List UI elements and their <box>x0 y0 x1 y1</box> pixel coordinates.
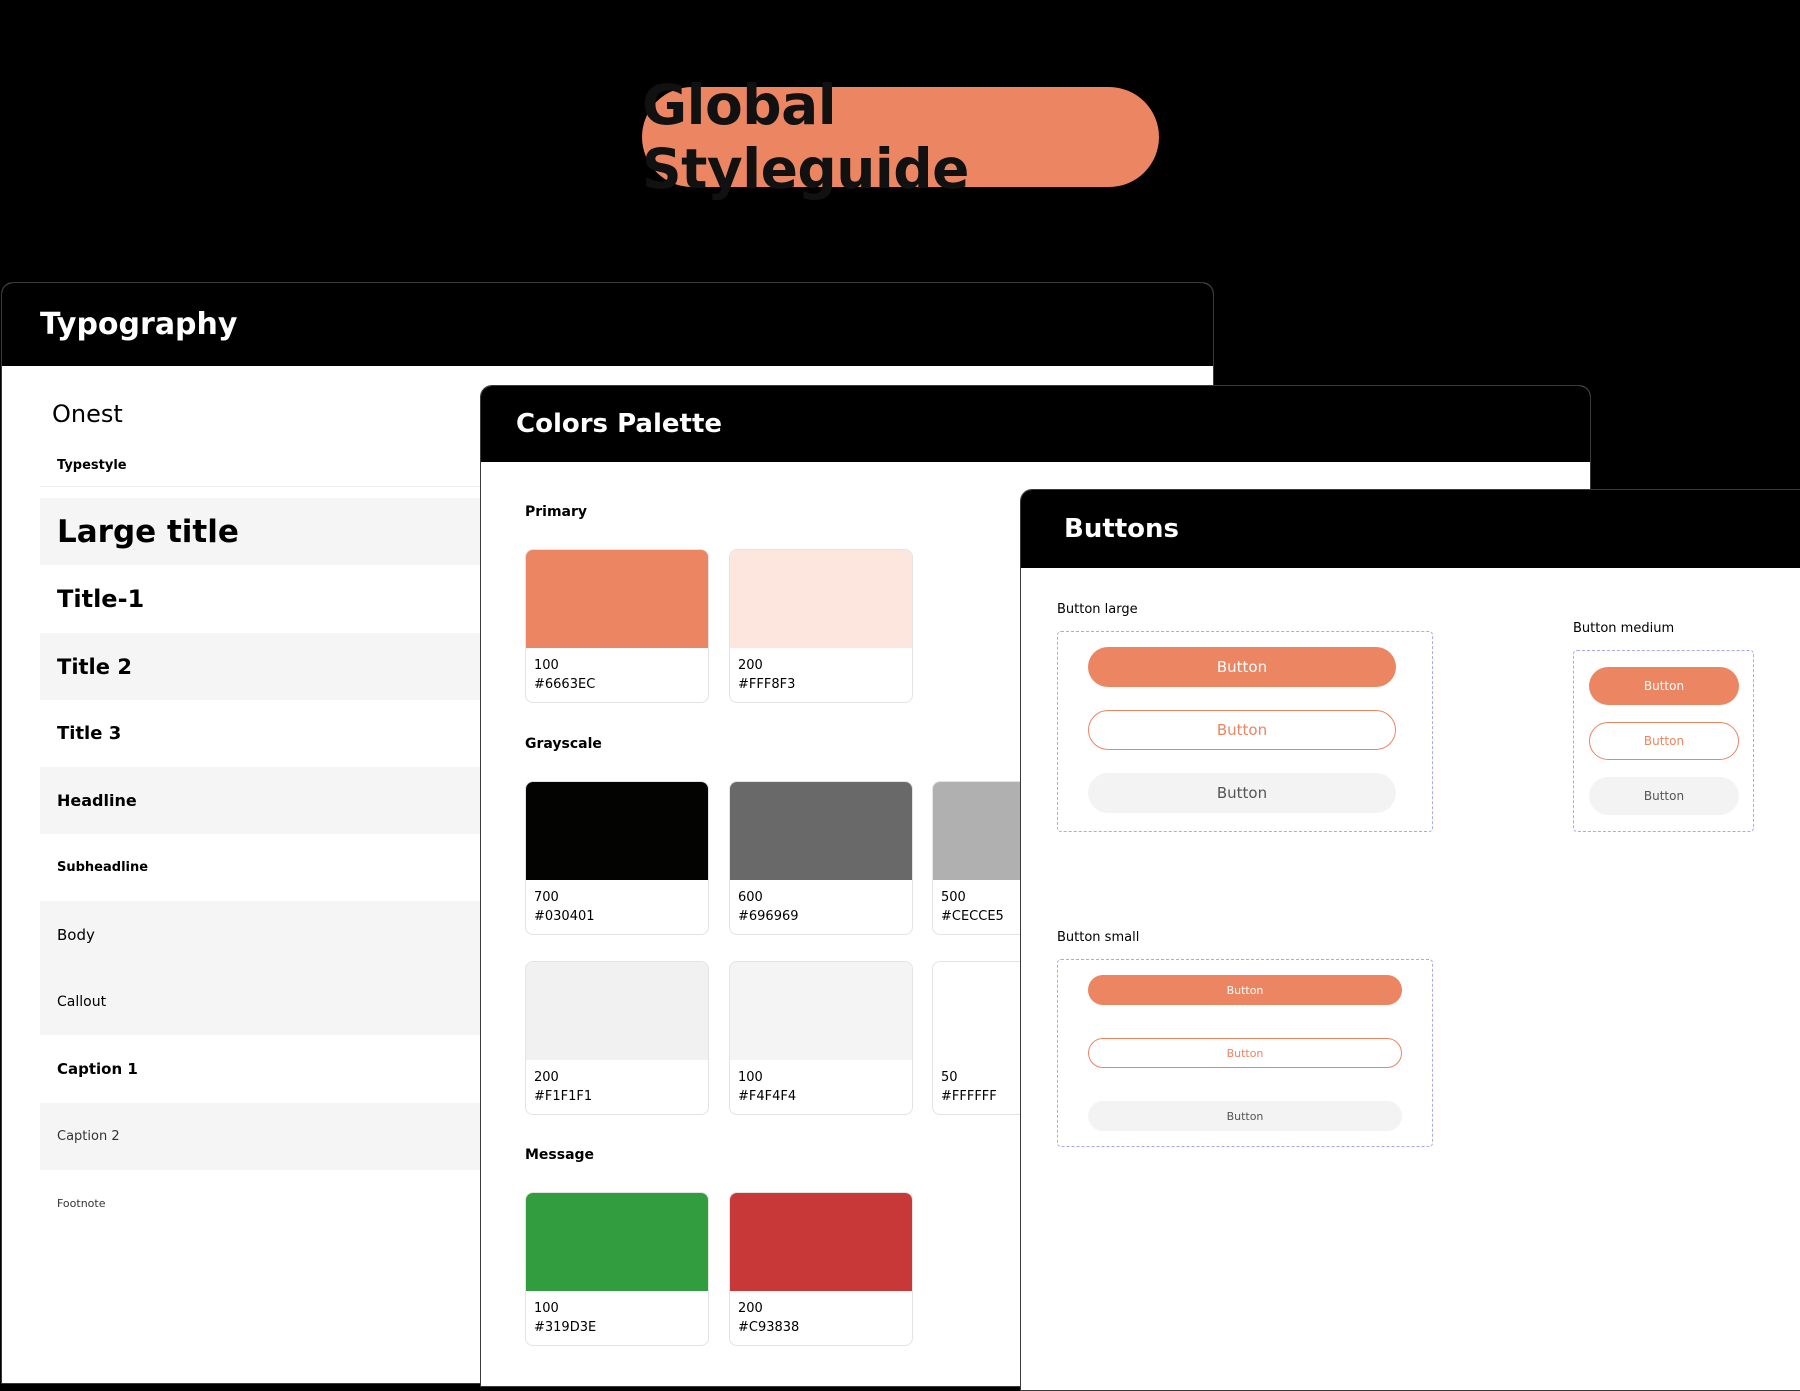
swatch-color <box>730 962 912 1060</box>
swatch-primary-100: 100 #6663EC <box>525 549 709 703</box>
section-label-primary: Primary <box>525 504 588 520</box>
swatch-gray-700: 700 #030401 <box>525 781 709 935</box>
swatch-color <box>526 1193 708 1291</box>
buttons-header: Buttons <box>1021 490 1800 568</box>
swatch-color <box>730 782 912 880</box>
swatch-level: 100 <box>738 1070 763 1085</box>
swatch-message-100: 100 #319D3E <box>525 1192 709 1346</box>
small-ghost-button[interactable]: Button <box>1088 1101 1402 1131</box>
swatch-color <box>730 550 912 648</box>
swatch-hex: #6663EC <box>534 677 596 692</box>
swatch-hex: #319D3E <box>534 1320 597 1335</box>
type-sample: Title 2 <box>57 654 132 679</box>
swatch-hex: #FFFFFF <box>941 1089 997 1104</box>
button-large-label: Button large <box>1057 602 1138 617</box>
large-ghost-button[interactable]: Button <box>1088 773 1396 813</box>
page-title: Global Styleguide <box>642 73 969 201</box>
swatch-color <box>526 782 708 880</box>
button-small-label: Button small <box>1057 930 1140 945</box>
buttons-title: Buttons <box>1064 514 1180 544</box>
colors-title: Colors Palette <box>516 409 723 439</box>
swatch-gray-200: 200 #F1F1F1 <box>525 961 709 1115</box>
swatch-hex: #F4F4F4 <box>738 1089 797 1104</box>
swatch-level: 200 <box>738 1301 763 1316</box>
swatch-level: 200 <box>738 658 763 673</box>
button-large-group: Button Button Button <box>1057 631 1433 832</box>
swatch-hex: #F1F1F1 <box>534 1089 593 1104</box>
medium-outline-button[interactable]: Button <box>1589 722 1739 760</box>
large-primary-button[interactable]: Button <box>1088 647 1396 687</box>
type-sample: Subheadline <box>57 860 149 875</box>
typestyle-label: Typestyle <box>57 458 127 473</box>
swatch-color <box>526 962 708 1060</box>
colors-header: Colors Palette <box>481 386 1590 462</box>
swatch-level: 50 <box>941 1070 958 1085</box>
swatch-hex: #030401 <box>534 909 595 924</box>
swatch-level: 700 <box>534 890 559 905</box>
typography-header: Typography <box>2 283 1213 366</box>
buttons-panel: Buttons Button large Button Button Butto… <box>1020 489 1800 1391</box>
styleguide-title-pill: Global Styleguide <box>642 73 1159 201</box>
type-sample: Footnote <box>57 1197 106 1210</box>
swatch-gray-100: 100 #F4F4F4 <box>729 961 913 1115</box>
type-sample: Callout <box>57 993 107 1010</box>
small-primary-button[interactable]: Button <box>1088 975 1402 1005</box>
swatch-hex: #696969 <box>738 909 799 924</box>
swatch-level: 100 <box>534 1301 559 1316</box>
type-sample: Title 3 <box>57 723 122 744</box>
section-label-grayscale: Grayscale <box>525 736 602 752</box>
swatch-message-200: 200 #C93838 <box>729 1192 913 1346</box>
medium-primary-button[interactable]: Button <box>1589 667 1739 705</box>
small-outline-button[interactable]: Button <box>1088 1038 1402 1068</box>
swatch-color <box>526 550 708 648</box>
swatch-primary-200: 200 #FFF8F3 <box>729 549 913 703</box>
type-sample: Title-1 <box>57 584 145 613</box>
swatch-level: 500 <box>941 890 966 905</box>
swatch-hex: #C93838 <box>738 1320 800 1335</box>
swatch-hex: #FFF8F3 <box>738 677 796 692</box>
medium-ghost-button[interactable]: Button <box>1589 777 1739 815</box>
type-sample: Headline <box>57 791 137 810</box>
type-sample: Body <box>57 925 95 944</box>
swatch-level: 600 <box>738 890 763 905</box>
type-sample: Large title <box>57 513 239 550</box>
swatch-color <box>730 1193 912 1291</box>
large-outline-button[interactable]: Button <box>1088 710 1396 750</box>
swatch-hex: #CECCE5 <box>941 909 1004 924</box>
type-sample: Caption 1 <box>57 1059 138 1078</box>
button-medium-label: Button medium <box>1573 621 1675 636</box>
button-small-group: Button Button Button <box>1057 959 1433 1147</box>
type-sample: Caption 2 <box>57 1129 120 1144</box>
section-label-message: Message <box>525 1147 595 1163</box>
swatch-level: 100 <box>534 658 559 673</box>
swatch-gray-600: 600 #696969 <box>729 781 913 935</box>
swatch-level: 200 <box>534 1070 559 1085</box>
button-medium-group: Button Button Button <box>1573 650 1754 832</box>
font-name: Onest <box>52 400 123 428</box>
typography-title: Typography <box>40 307 238 342</box>
